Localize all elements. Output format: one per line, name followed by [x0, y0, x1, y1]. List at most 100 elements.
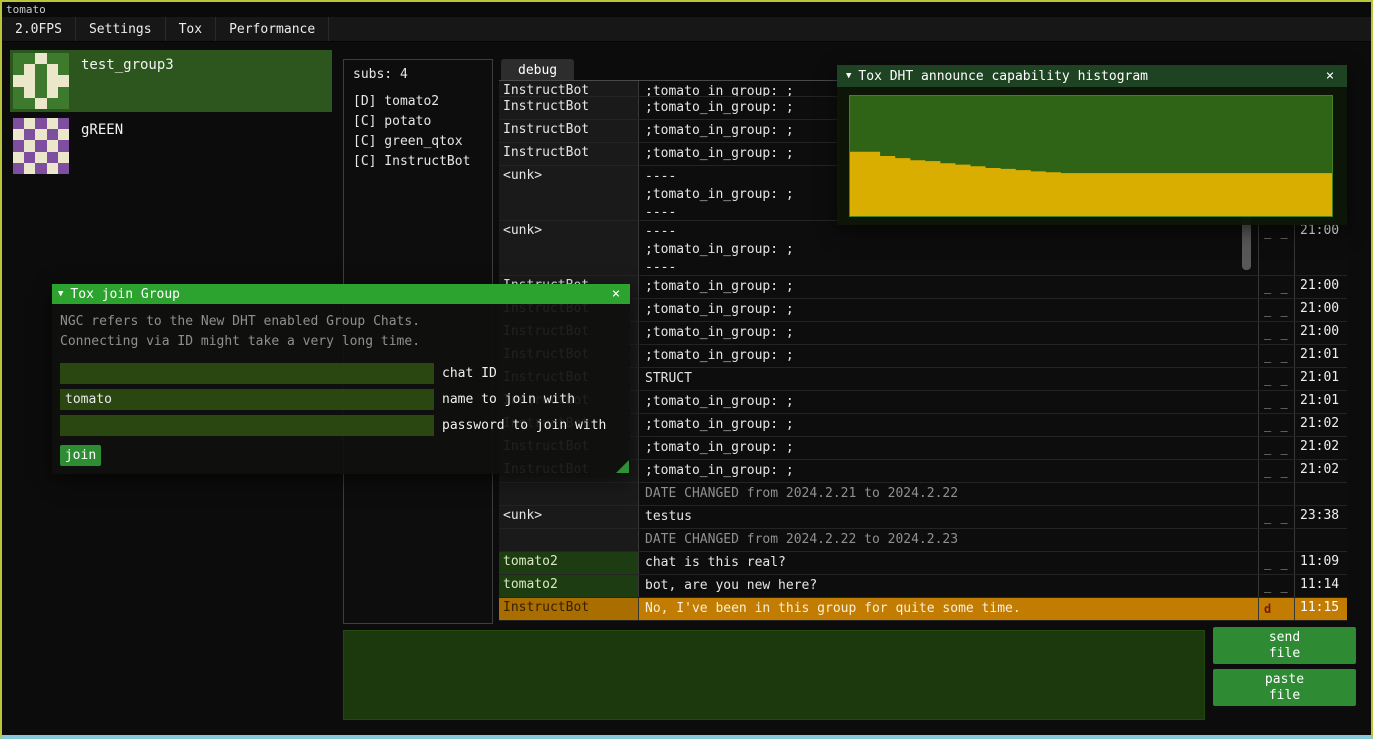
tab-debug[interactable]: debug [501, 59, 574, 81]
subs-count: subs: 4 [353, 67, 483, 82]
join-window-body: NGC refers to the New DHT enabled Group … [52, 304, 630, 474]
message-status: d [1259, 598, 1295, 620]
contact-list: test_group3 gREEN [10, 50, 334, 180]
message-status: _ _ [1259, 276, 1295, 298]
message-time: 21:01 [1295, 391, 1347, 413]
chat-message-row[interactable]: <unk>testus_ _23:38 [499, 506, 1347, 529]
window-titlebar: tomato [2, 2, 1371, 17]
send-file-label-line1: send [1269, 630, 1300, 646]
chat-system-row[interactable]: DATE CHANGED from 2024.2.21 to 2024.2.22 [499, 483, 1347, 506]
menu-performance[interactable]: Performance [216, 17, 329, 41]
message-status: _ _ [1259, 345, 1295, 367]
contact-name: test_group3 [81, 57, 174, 109]
message-status: _ _ [1259, 391, 1295, 413]
message-status: _ _ [1259, 552, 1295, 574]
histogram-window-body [837, 87, 1347, 225]
join-window-title: Tox join Group [70, 287, 180, 302]
chat-message-row[interactable]: tomato2chat is this real?_ _11:09 [499, 552, 1347, 575]
chat-sender: InstructBot [499, 598, 639, 620]
contact-name: gREEN [81, 122, 123, 174]
message-time [1295, 483, 1347, 505]
message-time: 21:01 [1295, 368, 1347, 390]
message-status: _ _ [1259, 414, 1295, 436]
resize-grip[interactable] [616, 460, 629, 473]
join-input-name-to-join-with[interactable] [60, 389, 434, 410]
chat-message-text: ;tomato_in_group: ; [639, 276, 1259, 298]
join-input-password-to-join-with[interactable] [60, 415, 434, 436]
message-status: _ _ [1259, 437, 1295, 459]
join-field-row: password to join with [60, 415, 622, 436]
join-field-label: chat ID [442, 366, 497, 381]
subs-list-item[interactable]: [D] tomato2 [353, 92, 483, 112]
chat-message-row[interactable]: <unk>----;tomato_in_group: ;----_ _21:00 [499, 221, 1347, 276]
chat-message-text: ;tomato_in_group: ; [639, 437, 1259, 459]
menu-tox[interactable]: Tox [166, 17, 216, 41]
chat-message-text: testus [639, 506, 1259, 528]
chat-message-text: ;tomato_in_group: ; [639, 299, 1259, 321]
chat-message-text: ;tomato_in_group: ; [639, 345, 1259, 367]
chat-message-text: ;tomato_in_group: ; [639, 391, 1259, 413]
chat-sender: InstructBot [499, 97, 639, 119]
chat-message-text: chat is this real? [639, 552, 1259, 574]
subs-list: [D] tomato2[C] potato[C] green_qtox[C] I… [353, 92, 483, 172]
chat-message-text: ;tomato_in_group: ; [639, 460, 1259, 482]
contact-avatar [13, 118, 69, 174]
chat-sender: <unk> [499, 506, 639, 528]
join-window-titlebar[interactable]: ▼ Tox join Group × [52, 284, 630, 304]
chat-message-text: ----;tomato_in_group: ;---- [639, 221, 1259, 275]
collapse-arrow-icon[interactable]: ▼ [58, 289, 63, 299]
message-time: 21:00 [1295, 322, 1347, 344]
contact-row[interactable]: gREEN [10, 115, 332, 177]
chat-sender: <unk> [499, 166, 639, 220]
message-status: _ _ [1259, 506, 1295, 528]
chat-message-row[interactable]: tomato2bot, are you new here?_ _11:14 [499, 575, 1347, 598]
subs-list-item[interactable]: [C] green_qtox [353, 132, 483, 152]
chat-system-row[interactable]: DATE CHANGED from 2024.2.22 to 2024.2.23 [499, 529, 1347, 552]
message-status: _ _ [1259, 221, 1295, 275]
message-input[interactable] [343, 630, 1205, 720]
fps-indicator: 2.0FPS [2, 17, 76, 41]
message-status [1259, 529, 1295, 551]
message-time: 21:01 [1295, 345, 1347, 367]
contact-row[interactable]: test_group3 [10, 50, 332, 112]
message-status: _ _ [1259, 460, 1295, 482]
message-status: _ _ [1259, 322, 1295, 344]
app-window: tomato 2.0FPS Settings Tox Performance t… [0, 0, 1373, 739]
message-time: 21:00 [1295, 299, 1347, 321]
send-file-button[interactable]: send file [1213, 627, 1356, 664]
chat-message-text: bot, are you new here? [639, 575, 1259, 597]
join-description-line2: Connecting via ID might take a very long… [60, 332, 622, 352]
chat-message-row[interactable]: InstructBotNo, I've been in this group f… [499, 598, 1347, 621]
join-input-chat-ID[interactable] [60, 363, 434, 384]
histogram-window-titlebar[interactable]: ▼ Tox DHT announce capability histogram … [837, 65, 1347, 87]
join-field-label: name to join with [442, 392, 575, 407]
contact-avatar [13, 53, 69, 109]
join-fields: chat ID name to join with password to join… [60, 363, 622, 436]
chat-sender [499, 483, 639, 505]
window-title: tomato [6, 3, 46, 16]
join-button[interactable]: join [60, 445, 101, 466]
histogram-chart [850, 96, 1332, 216]
message-time: 11:09 [1295, 552, 1347, 574]
subs-list-item[interactable]: [C] potato [353, 112, 483, 132]
menu-settings[interactable]: Settings [76, 17, 166, 41]
close-icon[interactable]: × [608, 286, 624, 302]
paste-file-button[interactable]: paste file [1213, 669, 1356, 706]
subs-list-item[interactable]: [C] InstructBot [353, 152, 483, 172]
collapse-arrow-icon[interactable]: ▼ [846, 71, 851, 81]
paste-file-label-line1: paste [1265, 672, 1304, 688]
histogram-window-title: Tox DHT announce capability histogram [858, 69, 1148, 84]
message-status: _ _ [1259, 368, 1295, 390]
close-icon[interactable]: × [1322, 68, 1338, 84]
message-time: 21:00 [1295, 221, 1347, 275]
chat-message-text: STRUCT [639, 368, 1259, 390]
histogram-plot [849, 95, 1333, 217]
paste-file-label-line2: file [1269, 688, 1300, 704]
chat-sender: InstructBot [499, 143, 639, 165]
message-time: 21:00 [1295, 276, 1347, 298]
chat-message-text: No, I've been in this group for quite so… [639, 598, 1259, 620]
join-field-row: name to join with [60, 389, 622, 410]
message-time: 23:38 [1295, 506, 1347, 528]
histogram-window: ▼ Tox DHT announce capability histogram … [837, 65, 1347, 225]
chat-sender: InstructBot [499, 81, 639, 96]
